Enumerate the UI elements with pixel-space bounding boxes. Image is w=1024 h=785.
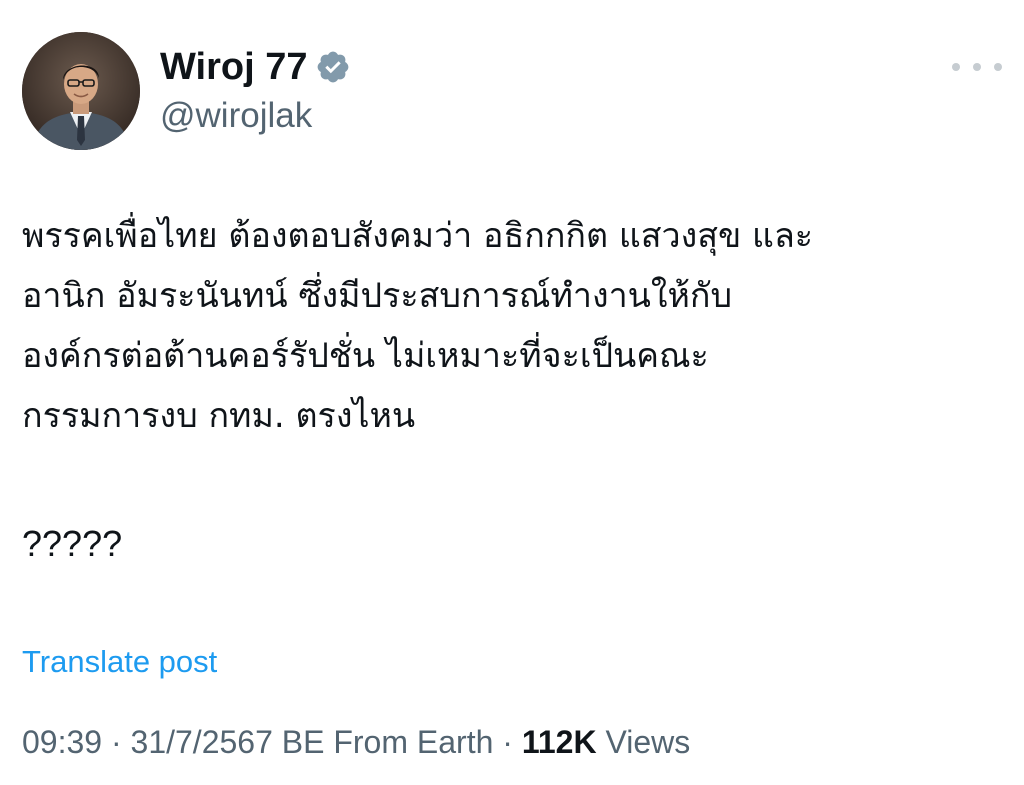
- post-text-line: พรรคเพื่อไทย ต้องตอบสังคมว่า อธิกกกิต แส…: [22, 216, 814, 256]
- more-options-icon[interactable]: [952, 52, 1002, 82]
- views-label: Views: [596, 724, 691, 760]
- name-row: Wiroj 77: [160, 42, 351, 92]
- translate-post-link[interactable]: Translate post: [22, 640, 217, 684]
- post-text-line: องค์กรต่อต้านคอร์รัปชั่น ไม่เหมาะที่จะเป…: [22, 336, 709, 376]
- avatar[interactable]: [22, 32, 140, 150]
- user-handle[interactable]: @wirojlak: [160, 94, 312, 138]
- post-source: From Earth: [324, 724, 494, 760]
- avatar-photo: [22, 32, 140, 150]
- post-meta: 09:39 · 31/7/2567 BE From Earth · 112K V…: [22, 718, 690, 766]
- meta-separator: ·: [493, 724, 522, 760]
- views-count[interactable]: 112K: [522, 724, 597, 760]
- verified-badge-icon: [315, 49, 351, 85]
- post-date[interactable]: 31/7/2567 BE: [131, 724, 325, 760]
- post-text-line: กรรมการงบ กทม. ตรงไหน: [22, 396, 416, 436]
- post-text: พรรคเพื่อไทย ต้องตอบสังคมว่า อธิกกกิต แส…: [22, 206, 1012, 446]
- more-dot: [973, 63, 981, 71]
- post-text-line: อานิก อัมระนันทน์ ซึ่งมีประสบการณ์ทำงานใ…: [22, 276, 733, 316]
- display-name[interactable]: Wiroj 77: [160, 42, 307, 92]
- post-time[interactable]: 09:39: [22, 724, 102, 760]
- more-dot: [952, 63, 960, 71]
- more-dot: [994, 63, 1002, 71]
- post-question-marks: ?????: [22, 523, 123, 564]
- meta-separator: ·: [102, 724, 131, 760]
- post-header: Wiroj 77 @wirojlak: [0, 0, 1024, 160]
